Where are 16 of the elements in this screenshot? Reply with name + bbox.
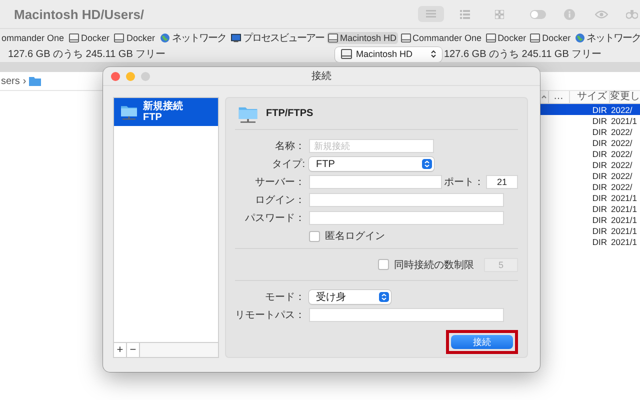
field-label: タイプ: bbox=[271, 158, 305, 171]
checkbox-label: 匿名ログイン bbox=[325, 230, 385, 243]
field-label: ログイン： bbox=[254, 194, 305, 207]
protocol-title: FTP/FTPS bbox=[266, 108, 314, 119]
dialog-title: 接続 bbox=[310, 70, 332, 83]
field-label: ポート： bbox=[444, 176, 484, 189]
field-label: パスワード： bbox=[244, 212, 305, 225]
free-space-text: 127.6 GB のうち 245.11 GB フリー bbox=[8, 48, 166, 61]
window-title: Macintosh HD/Users/ bbox=[14, 6, 146, 22]
checkbox-label: 同時接続の数制限 bbox=[394, 258, 474, 272]
field-label: リモートパス： bbox=[235, 309, 305, 322]
path-separator: › bbox=[22, 76, 26, 86]
field-label: モード： bbox=[264, 291, 305, 304]
field-label: 名称： bbox=[274, 140, 305, 153]
free-space-text: 127.6 GB のうち 245.11 GB フリー bbox=[444, 48, 602, 61]
field-label: サーバー： bbox=[254, 176, 305, 189]
